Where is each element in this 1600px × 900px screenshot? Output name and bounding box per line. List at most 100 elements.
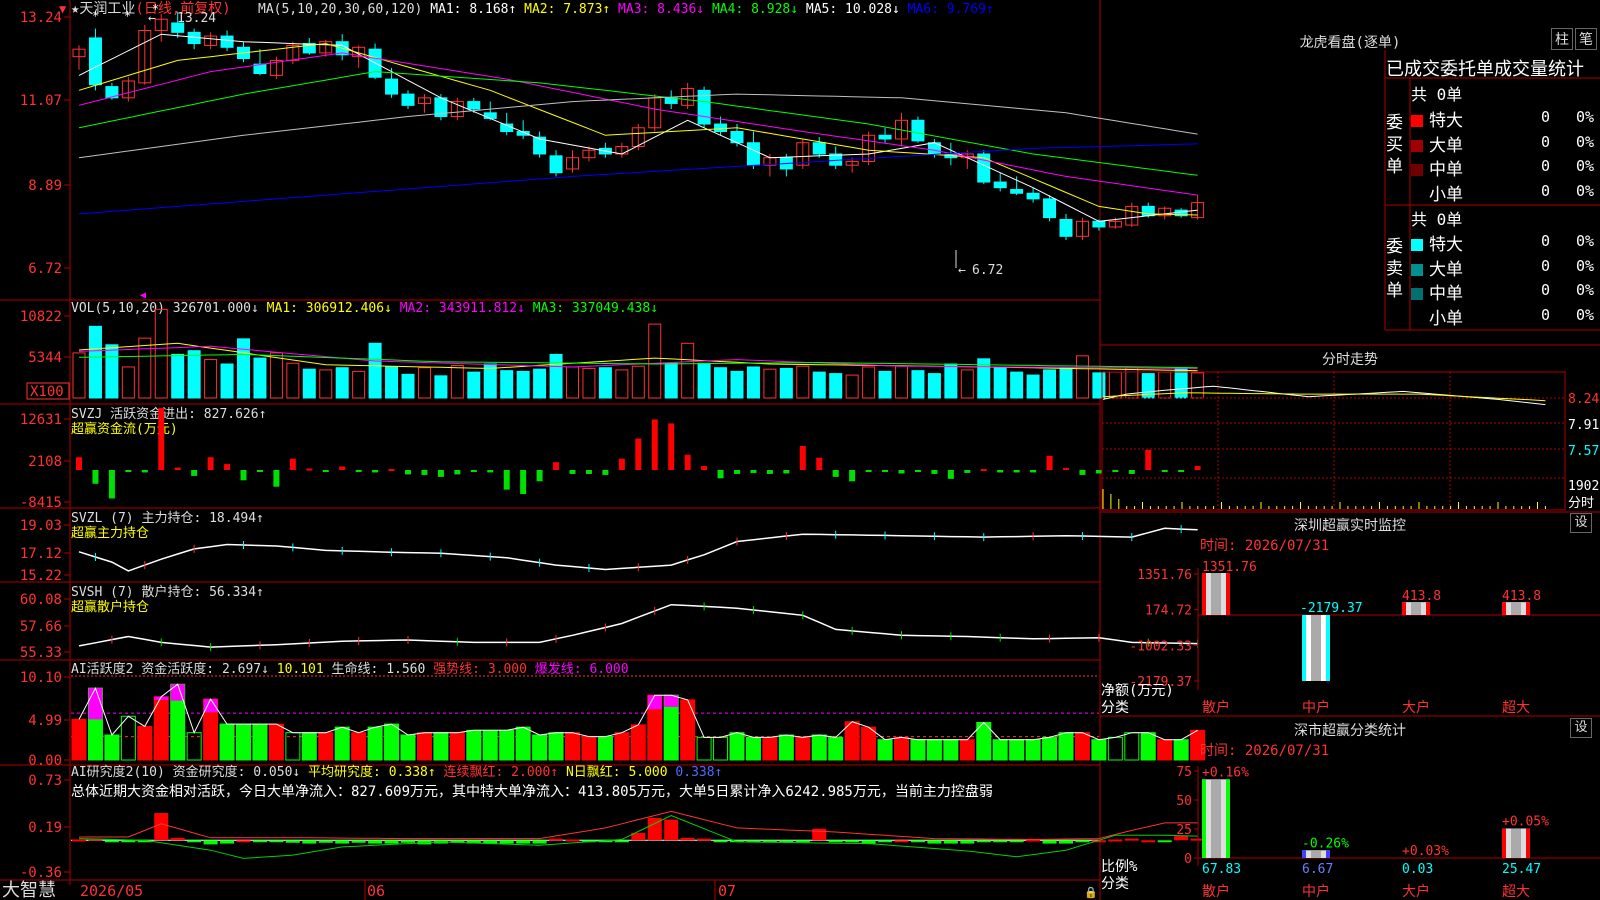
activity-bar [499, 729, 515, 761]
volume-bar [1059, 367, 1073, 399]
volume-bar [944, 363, 958, 399]
svzl-legend: SVZL (7) 主力持仓: 18.494↑ [71, 511, 264, 526]
volume-bar [648, 323, 662, 399]
axis-tick-label: 57.66 [20, 619, 62, 635]
lock-icon[interactable]: 🔒 [1084, 886, 1098, 899]
classify-bar [1302, 850, 1330, 858]
activity-bar [926, 739, 942, 761]
volume-bar [1043, 369, 1057, 399]
volume-bar [779, 367, 793, 399]
axis-tick-label: 60.08 [20, 592, 62, 608]
flow-bar [454, 470, 461, 475]
order-size-label: 小单 [1429, 308, 1463, 329]
research-bar [516, 840, 531, 844]
research-bar [549, 838, 564, 841]
candlesticks[interactable] [72, 11, 1205, 241]
order-size-label: 中单 [1429, 160, 1463, 180]
column-toggle-button[interactable]: 柱 [1551, 28, 1573, 50]
activity-bar [384, 723, 400, 761]
legend-item: 生命线: 1.560 [324, 661, 426, 677]
research-bar [401, 840, 415, 843]
volume-bar [319, 369, 333, 399]
category-label: 大户 [1402, 883, 1430, 900]
activity-bar [1042, 736, 1058, 761]
bar-edge [1526, 828, 1530, 858]
tick-toggle-button[interactable]: 笔 [1575, 28, 1597, 50]
activity-bar [433, 732, 449, 761]
svg-text:*: * [124, 9, 131, 23]
volume-bar [352, 370, 366, 399]
intraday-chart[interactable]: 8.24 7.91 7.57 19021 分时 [1101, 371, 1600, 511]
activity-bar [811, 734, 827, 761]
monitor-settings-button[interactable]: 设 [1570, 513, 1592, 533]
axis-tick-label: 11.07 [20, 93, 62, 109]
app-name: 大智慧 [2, 880, 56, 900]
axis-tick-label: 2108 [28, 454, 62, 470]
ai2-bars[interactable] [71, 810, 1205, 859]
research-bar [72, 839, 86, 842]
volume-bar [335, 367, 349, 399]
color-swatch [1411, 164, 1423, 176]
legend-item: N日飘红: 5.000 [558, 764, 667, 780]
order-count: 0 [1541, 305, 1551, 324]
research-bar [664, 819, 679, 841]
flow-bar [520, 470, 527, 495]
down-arrow-icon: ▼ [59, 2, 67, 16]
axis-tick-label: 50 [1176, 794, 1192, 809]
ai2-axis: 0.73 0.19 -0.36 [20, 773, 70, 881]
order-percent: 0% [1576, 256, 1595, 275]
classify-settings-button[interactable]: 设 [1570, 718, 1592, 738]
flow-bar [289, 458, 296, 470]
classify-chart[interactable]: 75 50 25 0 +0.16% 67.83 散户 -0.26% 6.67 中户 +0.03% 0.… [1176, 765, 1600, 900]
candle-down [385, 78, 399, 95]
volume-bar [631, 365, 645, 399]
flow-bar [92, 470, 99, 484]
flow-bar [388, 469, 395, 472]
svzl-line[interactable] [78, 525, 1198, 573]
axis-tick-label: -8415 [20, 495, 62, 511]
svsh-line[interactable] [78, 602, 1199, 652]
flow-bar [256, 470, 263, 472]
volume-bar [171, 353, 185, 399]
category-label: 超大 [1502, 700, 1530, 716]
flow-bar [849, 470, 856, 482]
legend-item: AI活跃度2 资金活跃度: 2.697↓ [71, 661, 269, 677]
monitor-bar [1202, 573, 1230, 615]
flow-bar [898, 470, 905, 474]
bar-core [1311, 615, 1321, 681]
volume-bar [746, 366, 760, 399]
bar-edge [1202, 573, 1206, 615]
legend-item: 爆发线: 6.000 [527, 661, 629, 677]
activity-bar [877, 739, 893, 761]
activity-bar [71, 718, 87, 761]
flow-bar [536, 470, 543, 482]
order-row-0: 特大 [1411, 230, 1463, 255]
legend-item: MA3: 337049.438↓ [525, 301, 658, 316]
flow-bar [322, 470, 329, 472]
activity-bar [400, 734, 416, 761]
research-bar [154, 813, 169, 841]
volume-bar [417, 367, 431, 399]
research-bar [1141, 840, 1156, 843]
monitor-chart[interactable]: 1351.76174.72-1002.33-2179.371351.76散户-2… [1129, 560, 1600, 716]
ai1-bars[interactable] [71, 675, 1206, 761]
research-bar [318, 840, 333, 843]
volume-bar [878, 370, 892, 399]
research-bar [828, 840, 843, 843]
activity-bar [614, 732, 630, 761]
volume-bar [1075, 355, 1089, 399]
volume-bar [204, 359, 218, 399]
legend-item: SVSH (7) 散户持仓: 56.334↑ [71, 584, 264, 600]
data-label: 1351.76 [1202, 560, 1257, 575]
axis-tick-label: 17.12 [20, 546, 62, 562]
svzj-legend: SVZJ 活跃资金进出: 827.626↑ [71, 406, 266, 422]
activity-bar [1173, 739, 1189, 761]
candle-down [483, 112, 497, 119]
flow-bar [766, 470, 773, 474]
vol-bars[interactable] [72, 308, 1205, 399]
classify-time: 时间: 2026/07/31 [1200, 743, 1330, 759]
ai2-summary: 总体近期大资金相对活跃，今日大单净流入：827.609万元，其中特大单净流入：4… [71, 783, 993, 800]
chart-canvas[interactable]: ★天润工业(日线,前复权) MA(5,10,20,30,60,120) MA1:… [0, 0, 1600, 900]
order-count: 0 [1541, 232, 1551, 250]
volume-bar [385, 366, 399, 399]
